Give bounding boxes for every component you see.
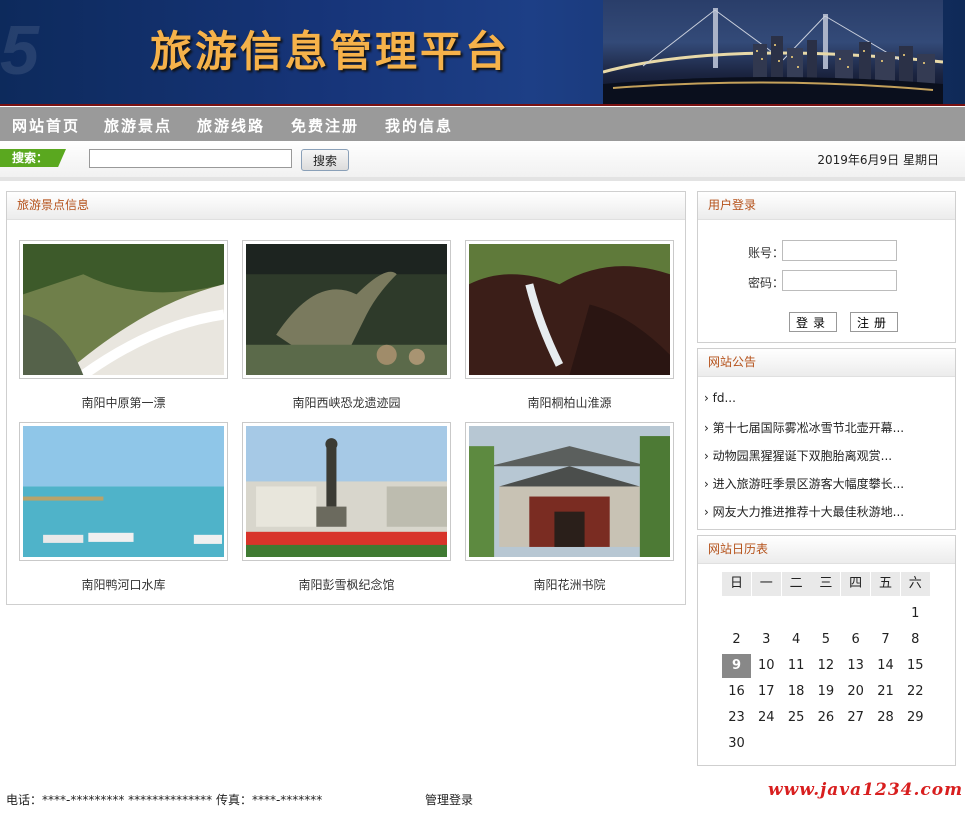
scenic-caption[interactable]: 南阳西峡恐龙遗迹园 xyxy=(242,394,451,411)
calendar-day[interactable]: 30 xyxy=(722,732,751,756)
calendar-day[interactable]: 10 xyxy=(752,654,781,678)
calendar-day[interactable]: 28 xyxy=(871,706,900,730)
password-field[interactable] xyxy=(782,270,897,291)
calendar-panel-title: 网站日历表 xyxy=(698,536,955,564)
nav-scenic-spots[interactable]: 旅游景点 xyxy=(104,115,172,136)
scenic-image xyxy=(469,244,670,375)
register-button[interactable]: 注册 xyxy=(850,312,898,332)
calendar-day[interactable]: 6 xyxy=(841,628,870,652)
notice-item[interactable]: › 网友大力推进推荐十大最佳秋游地... xyxy=(704,503,904,520)
calendar-day[interactable]: 4 xyxy=(782,628,811,652)
calendar-day[interactable]: 7 xyxy=(871,628,900,652)
banner-title: 旅游信息管理平台 xyxy=(150,27,511,76)
scenic-thumb[interactable] xyxy=(465,422,674,561)
calendar-weekday: 日 xyxy=(722,572,751,596)
calendar-day[interactable]: 27 xyxy=(841,706,870,730)
calendar-day[interactable]: 14 xyxy=(871,654,900,678)
search-input[interactable] xyxy=(89,149,292,168)
search-label: 搜索： xyxy=(0,149,66,167)
current-date: 2019年6月9日 星期日 xyxy=(817,153,939,167)
nav-travel-routes[interactable]: 旅游线路 xyxy=(197,115,265,136)
scenic-caption[interactable]: 南阳桐柏山淮源 xyxy=(465,394,674,411)
notice-item[interactable]: › 进入旅游旺季景区游客大幅度攀长... xyxy=(704,475,904,492)
banner-watermark-decoration: 5 xyxy=(0,11,39,89)
scenic-thumb[interactable] xyxy=(19,422,228,561)
notice-item-label[interactable]: 第十七届国际雾凇冰雪节北壶开幕... xyxy=(713,421,904,435)
notice-panel: 网站公告 › fd... › 第十七届国际雾凇冰雪节北壶开幕... › 动物园黑… xyxy=(697,348,956,530)
scenic-thumb[interactable] xyxy=(242,240,451,379)
calendar-day[interactable]: 13 xyxy=(841,654,870,678)
scenic-image xyxy=(246,244,447,375)
notice-item[interactable]: › fd... xyxy=(704,391,736,405)
nav-home[interactable]: 网站首页 xyxy=(12,115,80,136)
calendar-day[interactable]: 29 xyxy=(901,706,930,730)
calendar-weekday: 四 xyxy=(841,572,871,596)
scenic-image xyxy=(469,426,670,557)
banner-divider xyxy=(0,104,965,106)
notice-item[interactable]: › 第十七届国际雾凇冰雪节北壶开幕... xyxy=(704,419,904,436)
password-label: 密码： xyxy=(748,276,785,290)
calendar-weekday: 一 xyxy=(751,572,781,596)
account-field[interactable] xyxy=(782,240,897,261)
calendar-day[interactable]: 17 xyxy=(752,680,781,704)
notice-panel-title: 网站公告 xyxy=(698,349,955,377)
calendar-day[interactable]: 12 xyxy=(811,654,840,678)
calendar-day-today[interactable]: 9 xyxy=(722,654,751,678)
admin-login-link[interactable]: 管理登录 xyxy=(425,791,473,808)
nav-register[interactable]: 免费注册 xyxy=(291,115,359,136)
login-panel-title: 用户登录 xyxy=(698,192,955,220)
site-watermark: www.java1234.com xyxy=(768,780,964,800)
site-banner: 5 旅游信息管理平台 xyxy=(0,0,965,106)
calendar-day[interactable]: 11 xyxy=(782,654,811,678)
calendar-day[interactable]: 5 xyxy=(811,628,840,652)
login-panel: 用户登录 账号： 密码： 登录 注册 xyxy=(697,191,956,343)
search-bar: 搜索： 搜索 2019年6月9日 星期日 xyxy=(0,141,965,181)
calendar-day[interactable]: 20 xyxy=(841,680,870,704)
scenic-thumb[interactable] xyxy=(465,240,674,379)
calendar-day[interactable]: 18 xyxy=(782,680,811,704)
scenic-image xyxy=(23,426,224,557)
calendar-day[interactable]: 24 xyxy=(752,706,781,730)
footer-contact: 电话：****-********* ************** 传真：****… xyxy=(6,793,323,807)
scenic-panel: 旅游景点信息 南阳中原第一漂 南阳西峡恐龙遗迹园 南阳桐柏山淮源 南阳鸭河口水库… xyxy=(6,191,686,605)
calendar-day[interactable]: 15 xyxy=(901,654,930,678)
notice-item[interactable]: › 动物园黑猩猩诞下双胞胎离观赏... xyxy=(704,447,892,464)
calendar-weekday: 三 xyxy=(811,572,841,596)
scenic-caption[interactable]: 南阳鸭河口水库 xyxy=(19,576,228,593)
main-nav: 网站首页 旅游景点 旅游线路 免费注册 我的信息 xyxy=(0,107,965,141)
calendar-day[interactable]: 25 xyxy=(782,706,811,730)
calendar-day[interactable]: 1 xyxy=(901,602,930,626)
calendar-day[interactable]: 26 xyxy=(811,706,840,730)
notice-item-label[interactable]: 进入旅游旺季景区游客大幅度攀长... xyxy=(713,477,904,491)
notice-item-label[interactable]: 动物园黑猩猩诞下双胞胎离观赏... xyxy=(713,449,892,463)
scenic-caption[interactable]: 南阳彭雪枫纪念馆 xyxy=(242,576,451,593)
calendar-day[interactable]: 16 xyxy=(722,680,751,704)
calendar-weekday: 二 xyxy=(781,572,811,596)
scenic-panel-title: 旅游景点信息 xyxy=(7,192,685,220)
scenic-thumb[interactable] xyxy=(19,240,228,380)
scenic-caption[interactable]: 南阳中原第一漂 xyxy=(19,394,228,411)
scenic-caption[interactable]: 南阳花洲书院 xyxy=(465,576,674,593)
notice-item-label[interactable]: 网友大力推进推荐十大最佳秋游地... xyxy=(713,505,904,519)
calendar-weekday: 五 xyxy=(871,572,900,596)
calendar-panel: 网站日历表 日一二三四五六 1 2 3 4 5 6 7 8 9 10 11 12 13 14 15 16 17 18… xyxy=(697,535,956,766)
scenic-thumb[interactable] xyxy=(242,422,451,561)
account-label: 账号： xyxy=(748,246,785,260)
scenic-image xyxy=(246,426,447,557)
search-button[interactable]: 搜索 xyxy=(301,149,349,171)
notice-item-label[interactable]: fd... xyxy=(713,391,736,405)
calendar-day[interactable]: 3 xyxy=(752,628,781,652)
calendar-weekday: 六 xyxy=(900,572,930,596)
banner-city-image xyxy=(603,0,943,106)
nav-my-info[interactable]: 我的信息 xyxy=(385,115,453,136)
calendar-day[interactable]: 8 xyxy=(901,628,930,652)
calendar-day[interactable]: 21 xyxy=(871,680,900,704)
login-button[interactable]: 登录 xyxy=(789,312,837,332)
calendar-day[interactable]: 2 xyxy=(722,628,751,652)
calendar-day[interactable]: 22 xyxy=(901,680,930,704)
calendar-day[interactable]: 23 xyxy=(722,706,751,730)
scenic-image xyxy=(23,244,225,380)
calendar-day[interactable]: 19 xyxy=(811,680,840,704)
